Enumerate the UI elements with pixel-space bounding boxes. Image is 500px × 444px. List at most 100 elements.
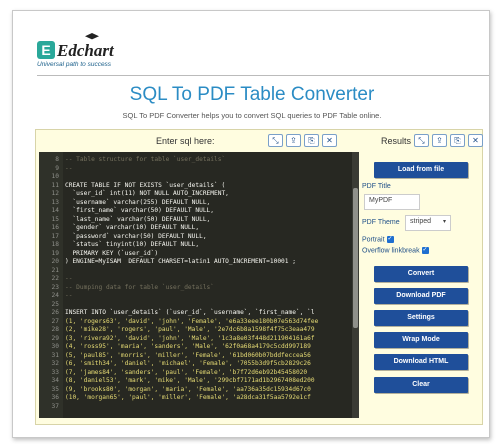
line-number: 37	[51, 402, 59, 410]
code-line: 36 (10, 'morgan65', 'paul', 'miller', 'Fe…	[39, 394, 359, 403]
code-text: `user_id` int(11) NOT NULL AUTO_INCREMEN…	[65, 190, 229, 197]
convert-button[interactable]: Convert	[374, 266, 468, 282]
code-text: INSERT INTO `user_details` (`user_id`, `…	[65, 309, 315, 316]
line-number: 12	[51, 190, 59, 197]
code-text: (2, 'mike28', 'rogers', 'paul', 'Male', …	[65, 326, 315, 333]
editor-toolbar: ⤡ ⇪ ⎘ ✕	[268, 134, 337, 147]
line-number: 15	[51, 215, 59, 223]
line-number: 27	[51, 317, 59, 325]
editor-copy-button[interactable]: ⎘	[304, 134, 319, 147]
results-fullscreen-button[interactable]: ⤡	[414, 134, 429, 147]
code-line: 26 INSERT INTO `user_details` (`user_id`,…	[39, 309, 359, 318]
results-copy-button[interactable]: ⎘	[450, 134, 465, 147]
code-line: 32 (6, 'smith34', 'daniel', 'michael', 'F…	[39, 360, 359, 369]
code-line: 11 CREATE TABLE IF NOT EXISTS `user_detai…	[39, 182, 359, 191]
pdf-theme-select[interactable]: striped ▾	[405, 215, 451, 231]
clear-button[interactable]: Clear	[374, 377, 468, 393]
code-line: 31 (5, 'paul85', 'morris', 'miller', 'Fem…	[39, 352, 359, 361]
line-number: 13	[51, 198, 59, 206]
code-text: `status` tinyint(10) DEFAULT NULL,	[65, 241, 200, 248]
editor-scrollbar-thumb[interactable]	[353, 188, 358, 328]
page-frame: E Edchart Universal path to success SQL …	[12, 10, 490, 438]
code-text: --	[65, 275, 73, 282]
line-number: 8	[55, 156, 59, 163]
wrap-mode-button[interactable]: Wrap Mode	[374, 332, 468, 348]
code-text: (4, 'ross95', 'maria', 'sanders', 'Male'…	[65, 343, 311, 350]
code-text: `last_name` varchar(50) DEFAULT NULL,	[65, 215, 211, 223]
code-line: 27 (1, 'rogers63', 'david', 'john', 'Fema…	[39, 318, 359, 327]
line-number: 35	[51, 385, 59, 393]
download-pdf-button[interactable]: Download PDF	[374, 288, 468, 304]
code-line: 18 `status` tinyint(10) DEFAULT NULL,	[39, 241, 359, 250]
graduation-cap-icon	[85, 33, 99, 40]
code-line: 12 `user_id` int(11) NOT NULL AUTO_INCRE…	[39, 190, 359, 199]
settings-button[interactable]: Settings	[374, 310, 468, 326]
pdf-theme-label: PDF Theme	[362, 219, 400, 226]
code-text: --	[65, 292, 73, 299]
line-number: 25	[51, 300, 59, 308]
line-number: 9	[55, 164, 59, 172]
line-number: 21	[51, 266, 59, 274]
code-line: 19 PRIMARY KEY (`user_id`)	[39, 250, 359, 259]
line-number: 30	[51, 343, 59, 350]
line-number: 33	[51, 368, 59, 376]
code-text: (1, 'rogers63', 'david', 'john', 'Female…	[65, 317, 319, 325]
chevron-down-icon: ▾	[442, 219, 446, 225]
code-text: CREATE TABLE IF NOT EXISTS `user_details…	[65, 181, 226, 189]
results-upload-button[interactable]: ⇪	[432, 134, 447, 147]
page-subtitle: SQL To PDF Converter helps you to conver…	[122, 111, 382, 120]
code-text: (9, 'brooks80', 'morgan', 'maria', 'Fema…	[65, 385, 311, 393]
results-clear-button[interactable]: ✕	[468, 134, 483, 147]
portrait-option[interactable]: Portrait ✓	[362, 236, 394, 243]
portrait-label: Portrait	[362, 236, 385, 244]
code-line: 9 --	[39, 165, 359, 174]
code-text: (5, 'paul85', 'morris', 'miller', 'Femal…	[65, 351, 311, 359]
code-text: (6, 'smith34', 'daniel', 'michael', 'Fem…	[65, 360, 311, 367]
line-number: 16	[51, 224, 59, 231]
line-number: 32	[51, 360, 59, 367]
results-toolbar: ⤡ ⇪ ⎘ ✕	[414, 134, 483, 147]
code-text: `username` varchar(255) DEFAULT NULL,	[65, 198, 211, 206]
header-divider	[37, 75, 489, 76]
line-number: 17	[51, 232, 59, 240]
code-text: `gender` varchar(10) DEFAULT NULL,	[65, 224, 200, 231]
code-line: 24 --	[39, 292, 359, 301]
line-number: 22	[51, 275, 59, 282]
code-line: 28 (2, 'mike28', 'rogers', 'paul', 'Male'…	[39, 326, 359, 335]
code-line: 33 (7, 'james84', 'sanders', 'paul', 'Fem…	[39, 369, 359, 378]
editor-fullscreen-button[interactable]: ⤡	[268, 134, 283, 147]
overflow-linkbreak-label: Overflow linkbreak	[362, 247, 420, 255]
code-line: 29 (3, 'rivera92', 'david', 'john', 'Male…	[39, 335, 359, 344]
line-number: 10	[51, 173, 59, 180]
code-line: 20 ) ENGINE=MyISAM DEFAULT CHARSET=latin1…	[39, 258, 359, 267]
code-text: ) ENGINE=MyISAM DEFAULT CHARSET=latin1 A…	[65, 258, 296, 265]
sql-editor[interactable]: 8 -- Table structure for table `user_deta…	[39, 152, 359, 418]
line-number: 11	[51, 181, 59, 189]
code-line: 22 --	[39, 275, 359, 284]
overflow-linkbreak-option[interactable]: Overflow linkbreak ✓	[362, 247, 429, 254]
overflow-linkbreak-checkbox[interactable]: ✓	[421, 247, 429, 254]
code-text: -- Table structure for table `user_detai…	[65, 156, 226, 163]
line-number: 20	[51, 258, 59, 265]
pdf-title-input[interactable]: MyPDF	[364, 194, 420, 210]
editor-clear-button[interactable]: ✕	[322, 134, 337, 147]
download-html-button[interactable]: Download HTML	[374, 354, 468, 370]
line-number: 36	[51, 394, 59, 401]
editor-upload-button[interactable]: ⇪	[286, 134, 301, 147]
load-from-file-button[interactable]: Load from file	[374, 162, 468, 178]
editor-scrollbar[interactable]	[352, 152, 359, 418]
page-title: SQL To PDF Table Converter	[129, 84, 375, 105]
line-number: 14	[51, 207, 59, 214]
code-text: (3, 'rivera92', 'david', 'john', 'Male',…	[65, 334, 315, 342]
code-text: (7, 'james84', 'sanders', 'paul', 'Femal…	[65, 368, 308, 376]
code-line: 21	[39, 267, 359, 276]
line-number: 24	[51, 292, 59, 299]
code-line: 14 `first_name` varchar(50) DEFAULT NULL…	[39, 207, 359, 216]
editor-heading: Enter sql here:	[156, 136, 215, 146]
line-number: 23	[51, 283, 59, 291]
code-line: 15 `last_name` varchar(50) DEFAULT NULL,	[39, 216, 359, 225]
edchart-logo[interactable]: E Edchart Universal path to success	[37, 27, 147, 73]
code-line: 10	[39, 173, 359, 182]
code-text: -- Dumping data for table `user_details`	[65, 283, 215, 291]
portrait-checkbox[interactable]: ✓	[386, 236, 394, 243]
